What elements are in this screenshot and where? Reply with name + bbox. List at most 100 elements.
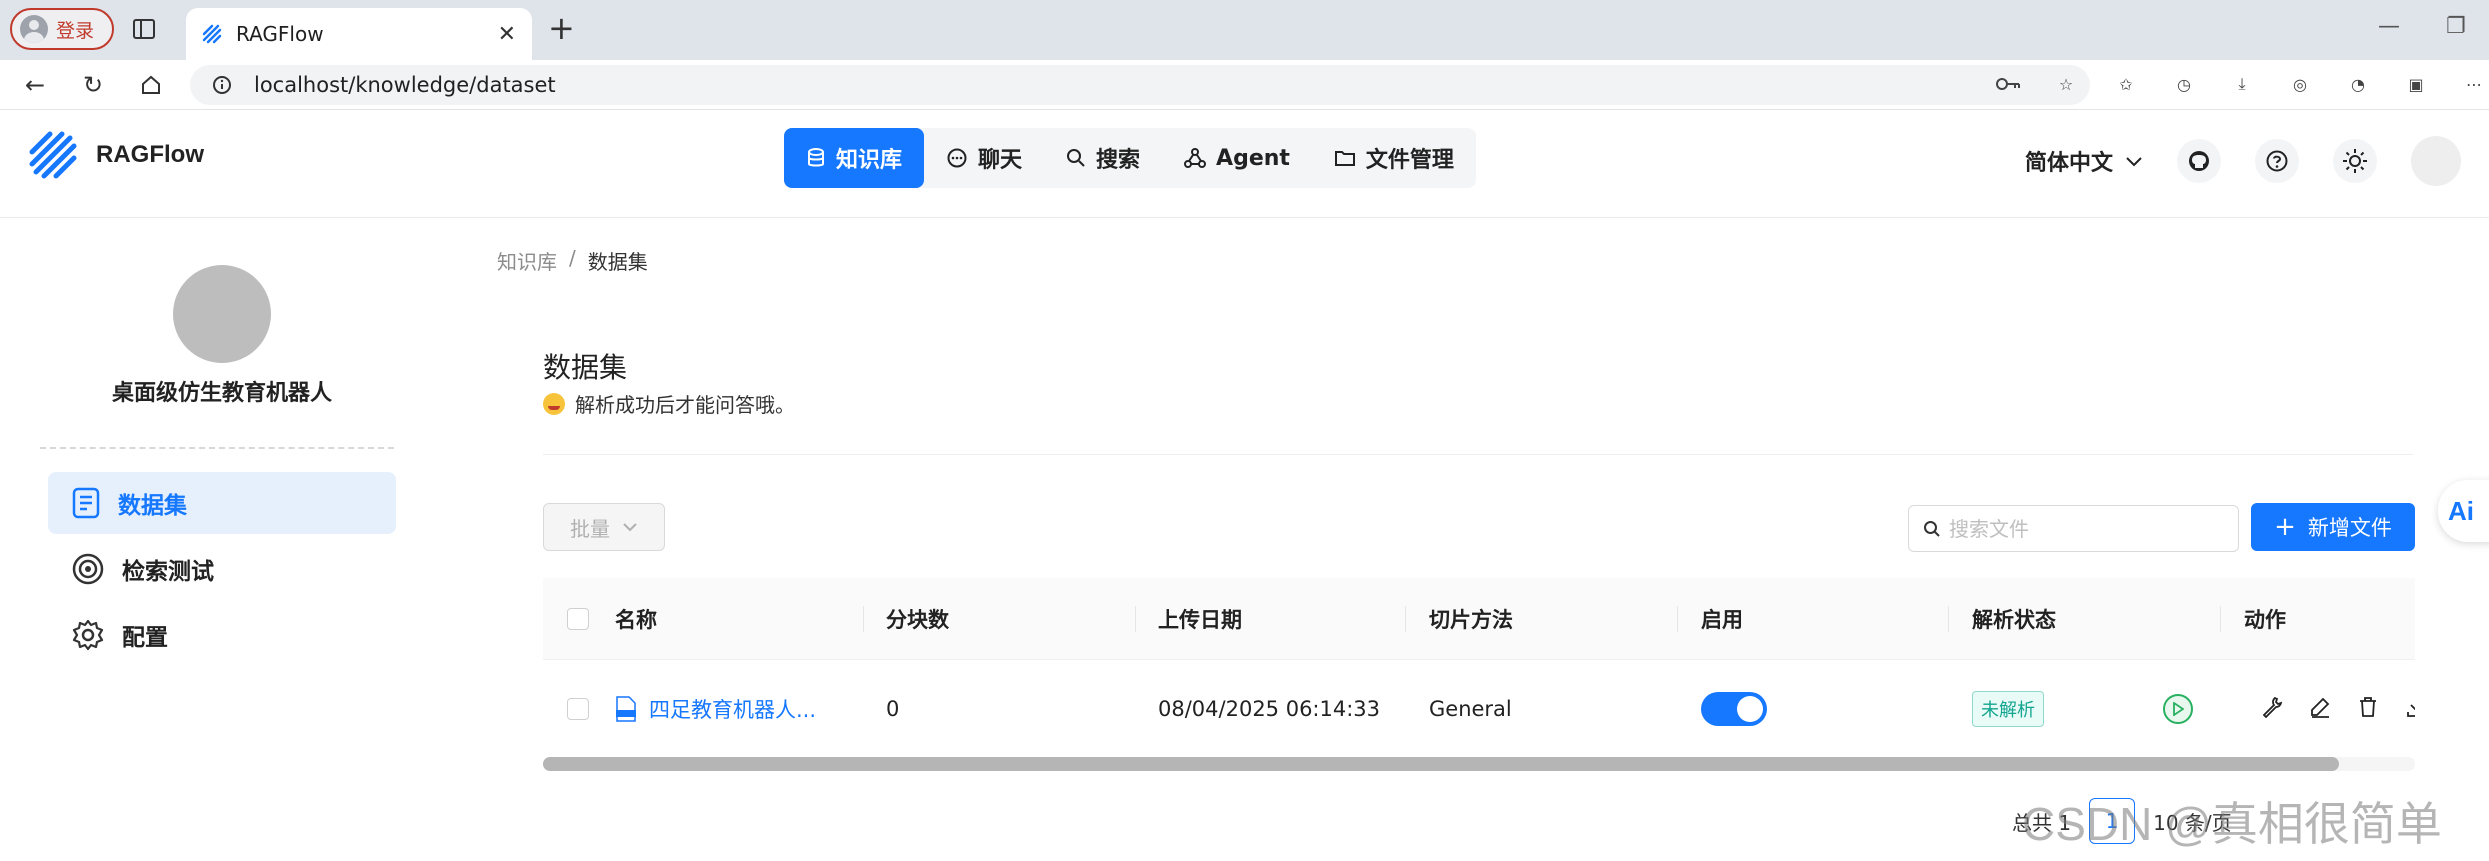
sidebar: 桌面级仿生教育机器人 数据集 检索测试 配置 (0, 219, 440, 861)
sidebar-item-label: 配置 (122, 625, 168, 651)
nav-chat-label: 聊天 (978, 148, 1023, 173)
sidebar-item-dataset[interactable]: 数据集 (48, 472, 396, 534)
sidebar-item-config[interactable]: 配置 (48, 604, 396, 666)
close-tab-icon[interactable]: ✕ (498, 22, 516, 47)
wrench-icon[interactable] (2261, 696, 2283, 723)
minimize-icon[interactable]: — (2378, 14, 2400, 39)
delete-icon[interactable] (2357, 696, 2379, 723)
folder-icon (1334, 151, 1355, 166)
row-checkbox[interactable] (567, 698, 589, 720)
batch-button[interactable]: 批量 (543, 503, 665, 551)
column-header: 解析状态 (1972, 608, 2056, 632)
sidebar-item-retrieval-test[interactable]: 检索测试 (48, 538, 396, 600)
chunk-count: 0 (886, 697, 900, 721)
page-title: 数据集 (543, 351, 628, 384)
batch-label: 批量 (570, 516, 610, 541)
new-tab-icon[interactable]: + (548, 12, 575, 44)
select-all-checkbox[interactable] (567, 608, 589, 630)
search-files-box (1908, 505, 2239, 552)
file-name: 四足教育机器人... (649, 698, 817, 722)
upload-date: 08/04/2025 06:14:33 (1158, 697, 1381, 721)
restore-icon[interactable]: ❐ (2446, 14, 2466, 39)
file-name-link[interactable]: 四足教育机器人... (615, 694, 816, 724)
logo-text: RAGFlow (96, 141, 204, 168)
nav-chat[interactable]: 聊天 (924, 128, 1044, 188)
breadcrumb: 知识库 / 数据集 (497, 246, 648, 275)
browser-tab[interactable]: RAGFlow ✕ (186, 8, 532, 60)
sidebar-item-label: 数据集 (118, 493, 187, 519)
docx-file-icon (616, 696, 636, 722)
ai-assistant-label: Ai (2448, 495, 2474, 526)
scrollbar-thumb[interactable] (543, 757, 2339, 771)
language-select[interactable]: 简体中文 (2025, 145, 2143, 177)
wallet-icon[interactable]: ▣ (2402, 70, 2430, 98)
enable-toggle[interactable] (1701, 692, 1767, 726)
search-icon (1924, 520, 1940, 537)
table-horizontal-scrollbar[interactable] (543, 757, 2415, 771)
main-divider (543, 454, 2413, 455)
profile-avatar-icon (20, 15, 48, 43)
password-key-icon[interactable] (1994, 70, 2022, 98)
performance-icon[interactable]: ◔ (2344, 70, 2372, 98)
ragflow-favicon-icon (202, 24, 222, 44)
favorite-star-icon[interactable]: ☆ (2052, 70, 2080, 98)
address-bar-row: ← ↻ localhost/knowledge/dataset ☆ ✩ ◷ ⤓ … (0, 60, 2489, 110)
breadcrumb-current: 数据集 (587, 250, 648, 274)
home-icon[interactable] (136, 70, 166, 100)
nav-knowledge-base-label: 知识库 (836, 148, 903, 173)
add-file-label: 新增文件 (2307, 516, 2392, 540)
theme-sun-icon[interactable] (2333, 139, 2377, 183)
reload-icon[interactable]: ↻ (78, 70, 108, 100)
column-header: 分块数 (886, 608, 949, 632)
chat-icon (947, 148, 967, 168)
document-icon (72, 487, 100, 519)
breadcrumb-root-link[interactable]: 知识库 (497, 246, 557, 275)
top-navigation: 知识库 聊天 搜索 Agent 文件管理 (784, 128, 1476, 188)
profile-button[interactable]: 登录 (10, 8, 114, 50)
watermark: CSDN @真相很简单 (2022, 798, 2442, 850)
favorites-icon[interactable]: ✩ (2112, 70, 2140, 98)
gear-icon (72, 619, 104, 651)
search-files-input[interactable] (1949, 516, 2229, 541)
column-header: 启用 (1701, 608, 1743, 632)
tab-actions-icon[interactable] (130, 16, 158, 42)
files-table: 名称 分块数 上传日期 切片方法 启用 解析状态 动作 四足教育机器人... 0… (543, 578, 2415, 763)
more-menu-icon[interactable]: ⋯ (2460, 70, 2488, 98)
breadcrumb-separator: / (569, 246, 576, 270)
add-file-button[interactable]: + 新增文件 (2251, 503, 2415, 551)
nav-search[interactable]: 搜索 (1044, 128, 1162, 188)
site-info-icon[interactable] (212, 75, 232, 95)
screenshot-icon[interactable]: ◎ (2286, 70, 2314, 98)
url-field[interactable]: localhost/knowledge/dataset (190, 65, 2090, 105)
search-icon (1067, 149, 1085, 167)
chevron-down-icon (623, 523, 637, 532)
edit-icon[interactable] (2309, 696, 2331, 723)
download-icon[interactable] (2405, 696, 2415, 723)
history-icon[interactable]: ◷ (2170, 70, 2198, 98)
target-icon (72, 553, 104, 585)
downloads-icon[interactable]: ⤓ (2228, 70, 2256, 98)
nav-knowledge-base[interactable]: 知识库 (784, 128, 925, 188)
smile-emoji-icon (543, 392, 565, 415)
nav-file-management[interactable]: 文件管理 (1312, 128, 1476, 188)
github-icon[interactable] (2177, 139, 2221, 183)
app-logo[interactable]: RAGFlow (28, 130, 204, 180)
chevron-down-icon (2125, 149, 2143, 174)
ai-assistant-button[interactable]: Ai (2438, 480, 2489, 542)
app-header: RAGFlow 知识库 聊天 搜索 Agent 文件管理 简体中文 (0, 110, 2489, 218)
browser-tabbar: 登录 RAGFlow ✕ + — ❐ (0, 0, 2489, 60)
user-avatar[interactable] (2411, 136, 2461, 186)
help-icon[interactable] (2255, 139, 2299, 183)
tab-title: RAGFlow (236, 22, 324, 46)
plus-icon: + (2274, 512, 2296, 542)
parse-status-badge: 未解析 (1972, 691, 2044, 727)
column-header: 名称 (615, 608, 657, 632)
table-header: 名称 分块数 上传日期 切片方法 启用 解析状态 动作 (543, 578, 2415, 660)
nav-agent[interactable]: Agent (1162, 128, 1312, 188)
column-header: 动作 (2244, 608, 2286, 632)
column-header: 切片方法 (1429, 608, 1513, 632)
back-icon[interactable]: ← (20, 70, 50, 100)
parse-play-icon[interactable] (2163, 694, 2193, 724)
database-icon (808, 148, 824, 167)
ragflow-logo-icon (29, 131, 77, 179)
